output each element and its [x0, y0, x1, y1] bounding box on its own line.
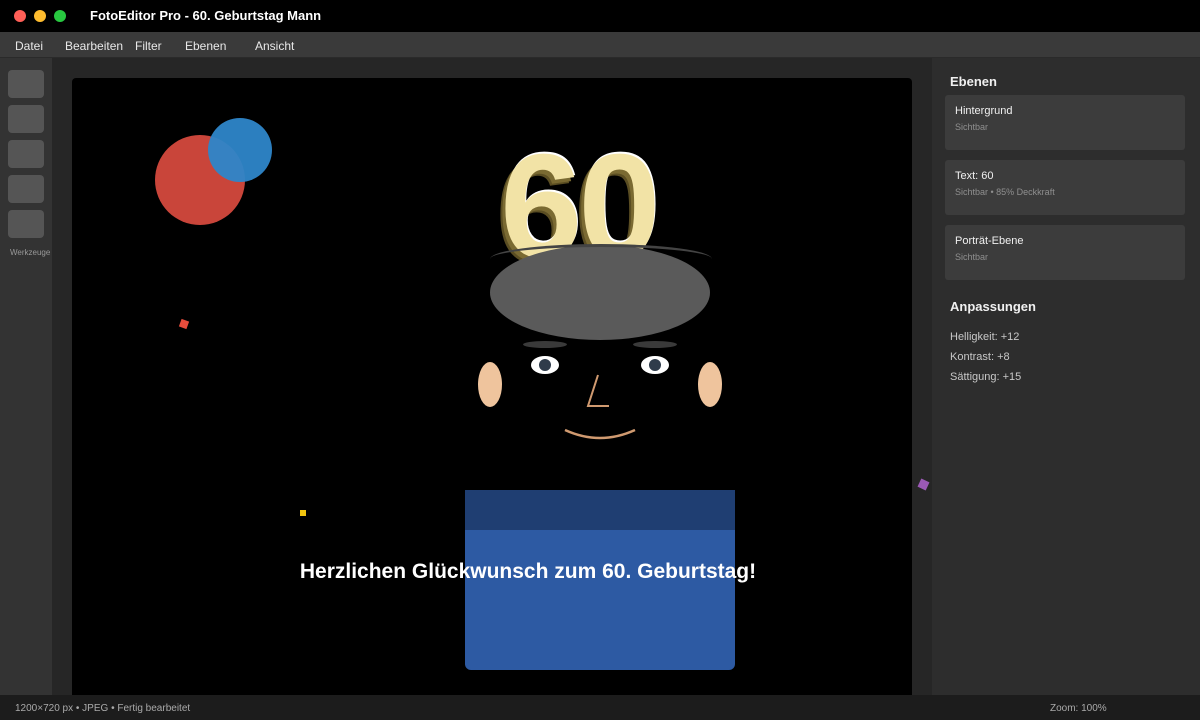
menu-bearbeiten[interactable]: Bearbeiten	[65, 39, 123, 53]
title-bar: FotoEditor Pro - 60. Geburtstag Mann	[0, 0, 1200, 32]
menu-filter[interactable]: Filter	[135, 39, 162, 53]
portrait-collar	[465, 490, 735, 530]
layer-name: Text: 60	[955, 170, 994, 182]
tool-button-3[interactable]	[8, 140, 44, 168]
maximize-window-button[interactable]	[54, 10, 66, 22]
properties-panel: Ebenen Hintergrund Sichtbar Text: 60 Sic…	[932, 58, 1200, 695]
layer-status: Sichtbar • 85% Deckkraft	[955, 187, 1055, 197]
tool-sidebar: Werkzeuge	[0, 58, 52, 695]
image-canvas[interactable]: 60	[72, 78, 912, 695]
tool-button-2[interactable]	[8, 105, 44, 133]
image-info: 1200×720 px • JPEG • Fertig bearbeitet	[15, 703, 191, 714]
minimize-window-button[interactable]	[34, 10, 46, 22]
tool-button-5[interactable]	[8, 210, 44, 238]
close-window-button[interactable]	[14, 10, 26, 22]
smile-line	[564, 428, 636, 440]
greeting-text: Herzlichen Glückwunsch zum 60. Geburtsta…	[299, 560, 757, 583]
adjustment-contrast[interactable]: Kontrast: +8	[950, 351, 1010, 363]
window-title: FotoEditor Pro - 60. Geburtstag Mann	[90, 8, 322, 23]
toolbar-label: Werkzeuge	[10, 248, 51, 257]
layer-item-text-60[interactable]: Text: 60 Sichtbar • 85% Deckkraft	[945, 160, 1185, 215]
layers-heading: Ebenen	[950, 74, 997, 89]
layer-item-portraet[interactable]: Porträt-Ebene Sichtbar	[945, 225, 1185, 280]
menu-ansicht[interactable]: Ansicht	[255, 39, 294, 53]
menu-datei[interactable]: Datei	[15, 39, 43, 53]
workspace: 60	[52, 58, 932, 695]
adjustment-saturation[interactable]: Sättigung: +15	[950, 371, 1021, 383]
layer-status: Sichtbar	[955, 252, 989, 262]
tool-button-4[interactable]	[8, 175, 44, 203]
zoom-level[interactable]: Zoom: 100%	[1050, 703, 1107, 714]
confetti-purple	[917, 478, 930, 491]
adjustments-heading: Anpassungen	[950, 299, 1036, 314]
status-bar: 1200×720 px • JPEG • Fertig bearbeitet Z…	[0, 695, 1200, 720]
tool-button-1[interactable]	[8, 70, 44, 98]
nose-line	[586, 374, 609, 407]
layer-name: Hintergrund	[955, 105, 1013, 117]
layer-status: Sichtbar	[955, 122, 989, 132]
layer-name: Porträt-Ebene	[955, 235, 1024, 247]
menu-ebenen[interactable]: Ebenen	[185, 39, 226, 53]
layer-item-hintergrund[interactable]: Hintergrund Sichtbar	[945, 95, 1185, 150]
menu-bar: Datei Bearbeiten Filter Ebenen Ansicht	[0, 32, 1200, 58]
adjustment-brightness[interactable]: Helligkeit: +12	[950, 331, 1019, 343]
